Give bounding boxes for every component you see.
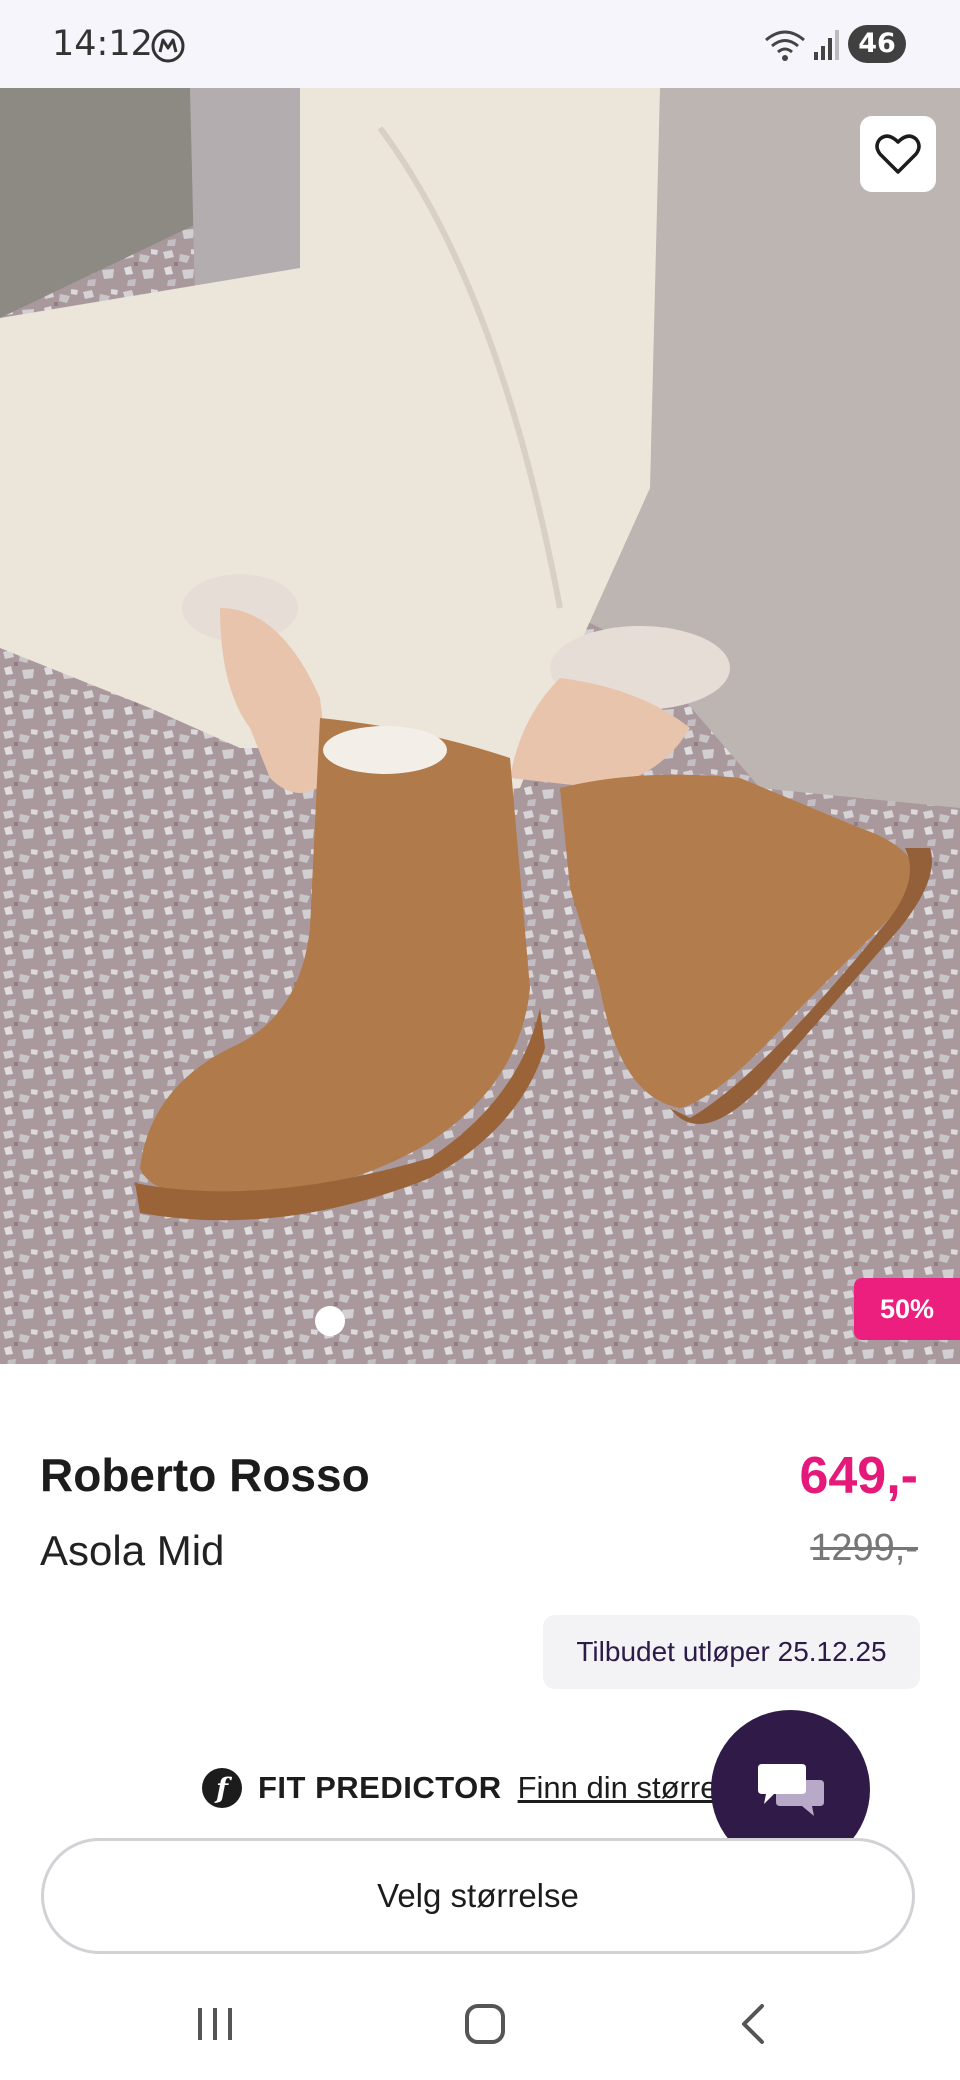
battery-indicator: 46 bbox=[848, 25, 906, 63]
carousel-dot[interactable] bbox=[315, 1306, 345, 1336]
signal-icon bbox=[814, 30, 839, 60]
m-app-icon bbox=[151, 29, 185, 63]
product-image[interactable] bbox=[0, 88, 960, 1364]
status-bar: 14:12 46 bbox=[0, 0, 960, 88]
product-price: 649,- bbox=[799, 1447, 918, 1505]
wifi-icon bbox=[765, 30, 805, 61]
status-time: 14:12 bbox=[52, 24, 153, 64]
home-icon[interactable] bbox=[463, 2002, 507, 2046]
fit-predictor: f FIT PREDICTOR Finn din størrelse bbox=[202, 1764, 757, 1812]
fit-predictor-title: FIT PREDICTOR bbox=[258, 1770, 502, 1805]
product-photo-illustration bbox=[0, 88, 960, 1364]
product-model: Asola Mid bbox=[40, 1527, 225, 1574]
discount-badge: 50% bbox=[854, 1278, 960, 1340]
system-nav-bar bbox=[0, 1968, 960, 2080]
fit-predictor-logo-icon: f bbox=[202, 1768, 242, 1808]
heart-outline-icon bbox=[875, 134, 921, 174]
product-brand: Roberto Rosso bbox=[40, 1449, 370, 1501]
select-size-button[interactable]: Velg størrelse bbox=[41, 1838, 915, 1954]
recent-apps-icon[interactable] bbox=[196, 2004, 236, 2044]
offer-expiry-label: Tilbudet utløper 25.12.25 bbox=[543, 1615, 920, 1689]
back-icon[interactable] bbox=[738, 2002, 768, 2046]
chat-bubbles-icon bbox=[757, 1763, 824, 1816]
favorite-button[interactable] bbox=[860, 116, 936, 192]
product-old-price: 1299,- bbox=[810, 1527, 918, 1569]
